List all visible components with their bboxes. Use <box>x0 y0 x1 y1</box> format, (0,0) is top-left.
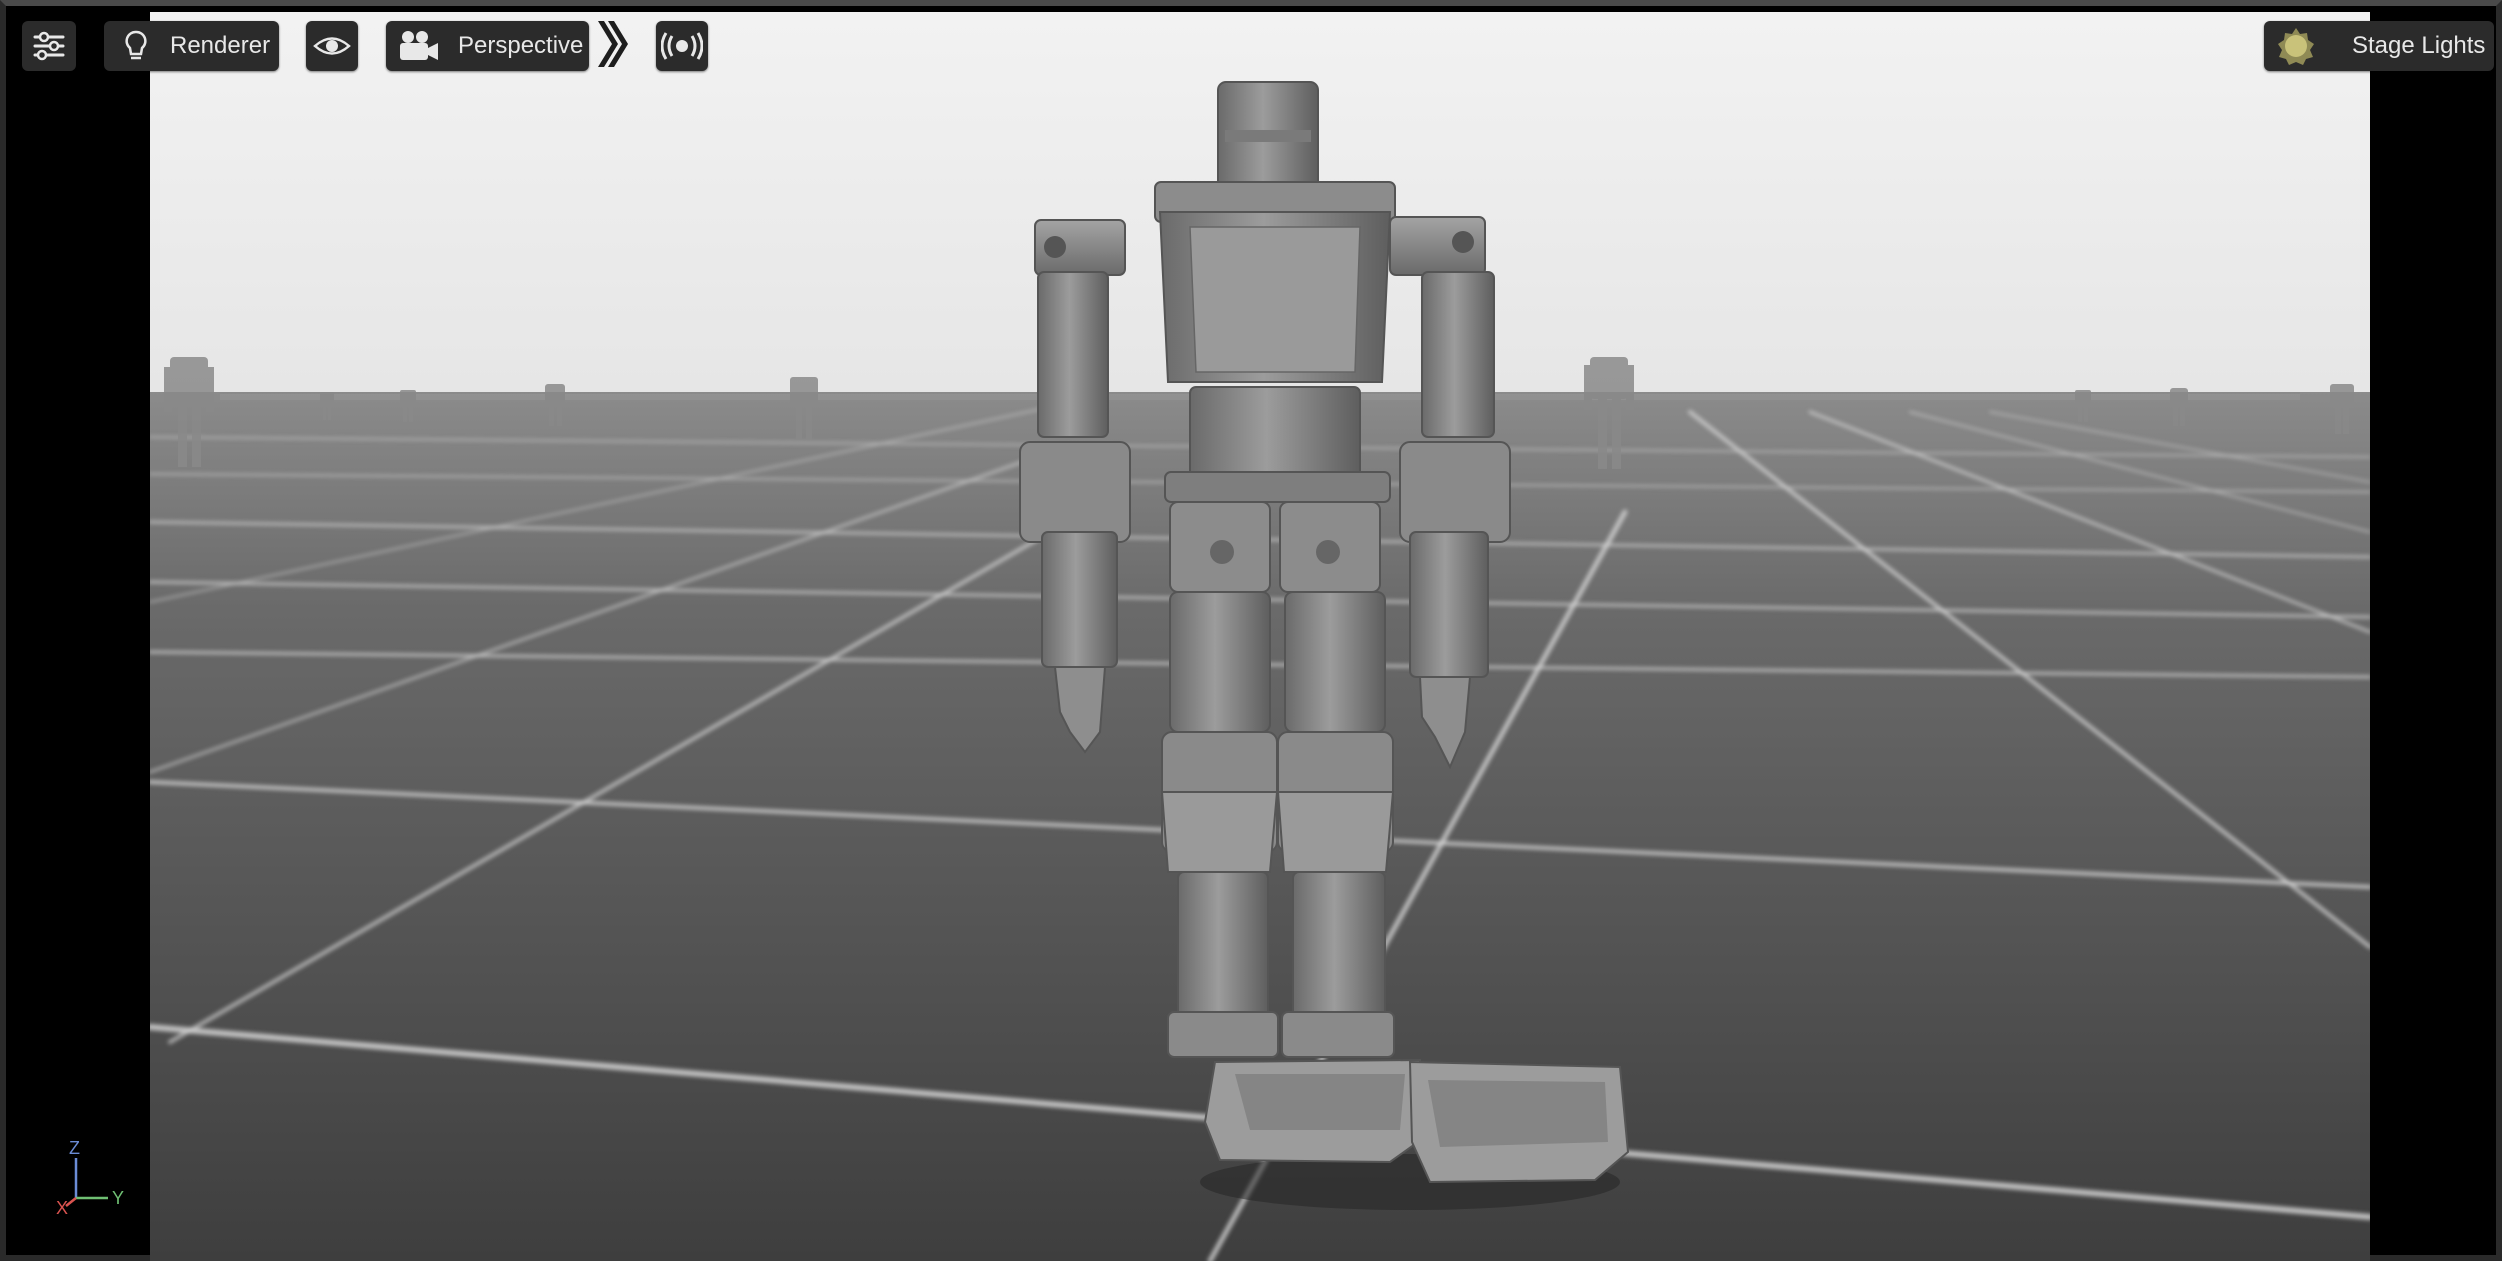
sliders-icon <box>32 31 66 61</box>
axis-z-label: Z <box>69 1138 80 1158</box>
visibility-button[interactable] <box>306 21 358 71</box>
settings-button[interactable] <box>22 21 76 71</box>
stage-lights-label: Stage Lights <box>2352 32 2486 59</box>
stage-lights-button[interactable]: Stage Lights <box>2264 21 2494 71</box>
broadcast-icon <box>661 31 703 61</box>
double-chevron-right-icon <box>595 19 629 74</box>
broadcast-button[interactable] <box>656 21 708 71</box>
eye-icon <box>313 33 351 59</box>
camera-perspective-button[interactable]: Perspective <box>386 21 589 71</box>
axis-y-label: Y <box>112 1188 124 1208</box>
3d-viewport[interactable] <box>150 12 2370 1261</box>
viewport-frame: Renderer Perspective Stage Lights Z Y X <box>0 0 2502 1261</box>
renderer-label: Renderer <box>170 32 271 59</box>
video-camera-icon <box>396 29 442 63</box>
camera-label: Perspective <box>458 32 584 59</box>
scene-render <box>150 12 2370 1261</box>
axis-x-label: X <box>56 1198 68 1216</box>
axis-gizmo: Z Y X <box>46 1136 146 1218</box>
lightbulb-icon <box>116 29 156 63</box>
sun-icon <box>2276 26 2316 66</box>
renderer-button[interactable]: Renderer <box>104 21 279 71</box>
expand-button[interactable] <box>594 19 630 74</box>
